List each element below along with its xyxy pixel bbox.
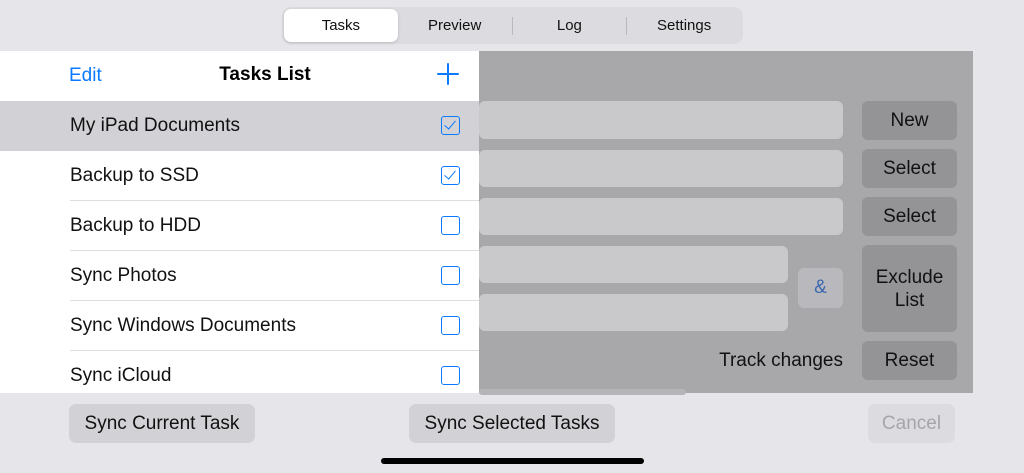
unchecked-checkbox-icon[interactable] bbox=[441, 366, 460, 385]
tasks-list-popover: Edit Tasks List My iPad Documents Backup … bbox=[0, 51, 479, 393]
new-button[interactable]: New bbox=[862, 101, 957, 140]
exclude-list-label: Exclude List bbox=[875, 266, 944, 311]
hidden-control-edge bbox=[479, 389, 686, 395]
and-operator-label: & bbox=[814, 277, 827, 298]
task-name-label: Sync Windows Documents bbox=[70, 315, 296, 336]
tab-tasks[interactable]: Tasks bbox=[284, 9, 398, 42]
checked-checkbox-icon[interactable] bbox=[441, 166, 460, 185]
list-item[interactable]: Sync iCloud bbox=[0, 351, 479, 393]
select-source-button[interactable]: Select bbox=[862, 149, 957, 188]
track-changes-label: Track changes bbox=[719, 350, 843, 371]
reset-button[interactable]: Reset bbox=[862, 341, 957, 380]
sync-selected-tasks-button[interactable]: Sync Selected Tasks bbox=[409, 404, 615, 443]
reset-button-label: Reset bbox=[884, 350, 935, 371]
list-item[interactable]: Backup to SSD bbox=[0, 151, 479, 201]
checked-checkbox-icon[interactable] bbox=[441, 116, 460, 135]
unchecked-checkbox-icon[interactable] bbox=[441, 266, 460, 285]
new-button-label: New bbox=[890, 110, 929, 131]
tab-log-label: Log bbox=[556, 17, 582, 34]
sync-current-label: Sync Current Task bbox=[84, 412, 240, 434]
source-field[interactable] bbox=[479, 150, 843, 187]
task-name-label: Sync Photos bbox=[70, 265, 177, 286]
task-name-label: Sync iCloud bbox=[70, 365, 172, 386]
list-item[interactable]: Sync Windows Documents bbox=[0, 301, 479, 351]
home-indicator bbox=[381, 458, 644, 464]
plus-icon[interactable] bbox=[435, 61, 461, 87]
tab-settings[interactable]: Settings bbox=[627, 9, 741, 42]
unchecked-checkbox-icon[interactable] bbox=[441, 316, 460, 335]
popover-title: Tasks List bbox=[219, 64, 311, 85]
select-destination-button[interactable]: Select bbox=[862, 197, 957, 236]
sync-current-task-button[interactable]: Sync Current Task bbox=[69, 404, 255, 443]
tab-log[interactable]: Log bbox=[513, 9, 627, 42]
task-name-label: Backup to HDD bbox=[70, 215, 201, 236]
destination-field[interactable] bbox=[479, 198, 843, 235]
task-list: My iPad Documents Backup to SSD Backup to … bbox=[0, 101, 479, 393]
tab-bar: Tasks Preview Log Settings bbox=[282, 7, 743, 44]
sync-selected-label: Sync Selected Tasks bbox=[424, 412, 600, 434]
task-name-label: Backup to SSD bbox=[70, 165, 199, 186]
tab-settings-label: Settings bbox=[657, 17, 712, 34]
cancel-button[interactable]: Cancel bbox=[868, 404, 955, 443]
task-name-field[interactable] bbox=[479, 101, 843, 139]
list-item[interactable]: My iPad Documents bbox=[0, 101, 479, 151]
tab-preview-label: Preview bbox=[427, 17, 482, 34]
exclude-list-button[interactable]: Exclude List bbox=[862, 245, 957, 332]
unchecked-checkbox-icon[interactable] bbox=[441, 216, 460, 235]
popover-header: Edit Tasks List bbox=[0, 51, 479, 101]
cancel-label: Cancel bbox=[881, 412, 942, 434]
tab-preview[interactable]: Preview bbox=[398, 9, 512, 42]
select-source-label: Select bbox=[883, 158, 936, 179]
and-operator-button[interactable]: & bbox=[798, 268, 843, 308]
tab-tasks-label: Tasks bbox=[321, 17, 361, 34]
list-item[interactable]: Sync Photos bbox=[0, 251, 479, 301]
task-name-label: My iPad Documents bbox=[70, 115, 241, 136]
exclude-filter-field[interactable] bbox=[479, 294, 788, 331]
list-item[interactable]: Backup to HDD bbox=[0, 201, 479, 251]
include-filter-field[interactable] bbox=[479, 246, 788, 283]
select-destination-label: Select bbox=[883, 206, 936, 227]
